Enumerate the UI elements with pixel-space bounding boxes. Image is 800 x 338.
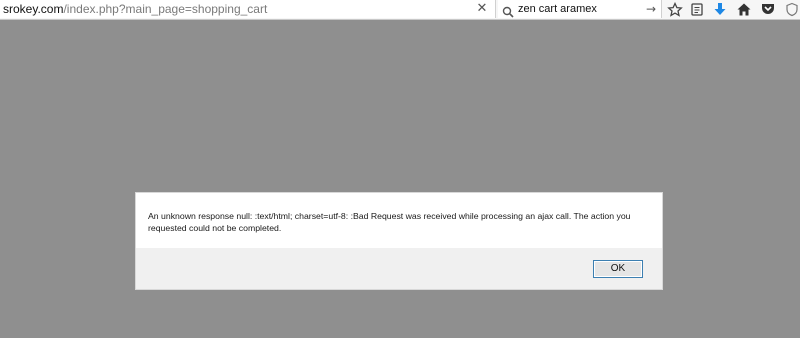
clear-url-button[interactable]: ✕ [475,0,489,18]
url-bar[interactable]: srokey.com/index.php?main_page=shopping_… [0,0,496,18]
dialog-message: An unknown response null: :text/html; ch… [148,211,631,233]
alert-dialog: An unknown response null: :text/html; ch… [135,192,663,290]
bookmark-star-icon[interactable] [667,2,683,17]
pocket-icon[interactable] [760,2,776,17]
search-bar[interactable]: zen cart aramex → [498,0,662,18]
url-path: /index.php?main_page=shopping_cart [63,2,268,16]
search-input[interactable]: zen cart aramex [518,1,597,17]
reading-list-icon[interactable] [689,2,705,17]
url-text[interactable]: srokey.com/index.php?main_page=shopping_… [3,1,267,17]
dialog-body: An unknown response null: :text/html; ch… [136,193,662,248]
browser-toolbar: srokey.com/index.php?main_page=shopping_… [0,0,800,20]
search-icon [502,3,514,18]
ok-button[interactable]: OK [593,260,643,278]
url-domain: srokey.com [3,2,64,16]
download-icon[interactable] [712,2,728,17]
shield-icon[interactable] [784,2,800,17]
home-icon[interactable] [736,2,752,17]
search-go-button[interactable]: → [645,0,657,18]
